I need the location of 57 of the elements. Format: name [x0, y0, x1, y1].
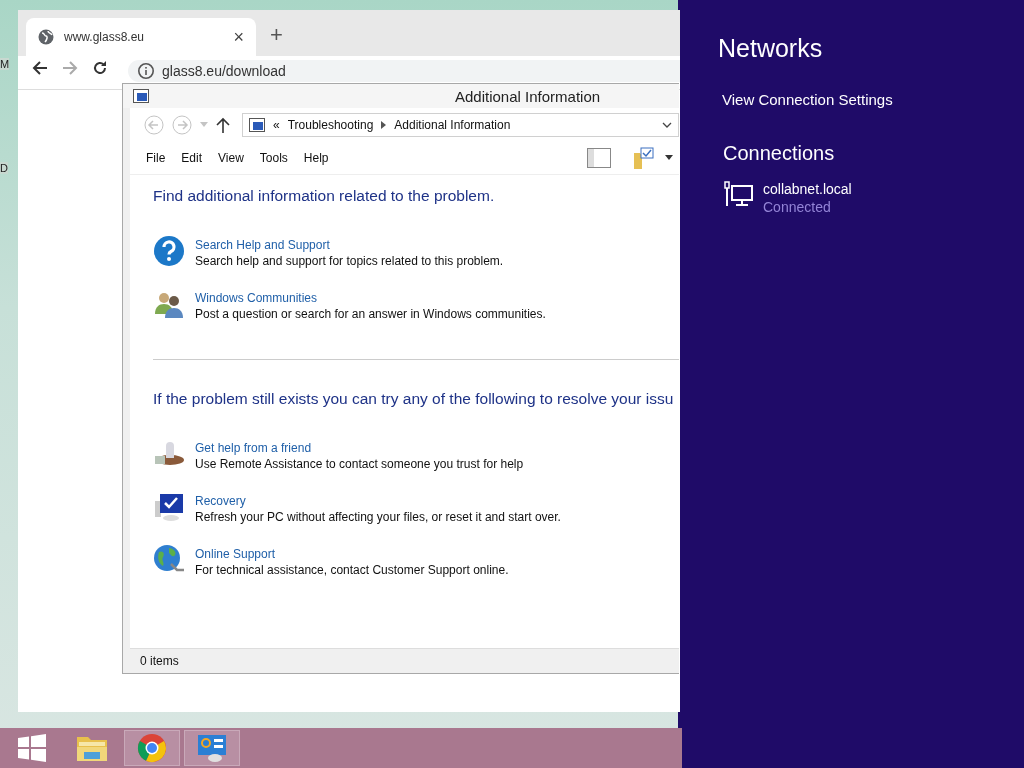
new-tab-button[interactable]: + — [270, 22, 283, 48]
folder-check-icon[interactable] — [633, 147, 655, 169]
section-heading: Find additional information related to the problem. — [153, 187, 496, 205]
reload-icon[interactable] — [92, 60, 108, 76]
task-description: Refresh your PC without affecting your files, or reset it and start over. — [195, 510, 561, 524]
item-count: 0 items — [140, 654, 179, 668]
tab-title: www.glass8.eu — [64, 30, 146, 44]
address-bar[interactable]: glass8.eu/download — [128, 60, 680, 82]
globe-icon — [38, 29, 54, 45]
dropdown-caret-icon[interactable] — [665, 155, 673, 161]
help-icon — [153, 235, 185, 267]
desktop-icon-label[interactable]: D — [0, 162, 8, 174]
network-name[interactable]: collabnet.local — [763, 181, 852, 197]
monitor-check-icon — [153, 491, 185, 523]
task-link[interactable]: Online Support — [195, 547, 509, 561]
taskbar-button[interactable] — [184, 730, 240, 766]
up-arrow-icon[interactable] — [216, 117, 230, 133]
wired-network-icon[interactable] — [723, 181, 753, 209]
chevron-down-icon[interactable] — [662, 122, 672, 128]
window-title: Additional Information — [455, 87, 601, 105]
window-app-icon — [249, 118, 265, 132]
network-status: Connected — [763, 199, 832, 215]
task-link[interactable]: Windows Communities — [195, 291, 546, 305]
forward-arrow-icon[interactable] — [62, 60, 78, 76]
chevron-right-icon[interactable] — [381, 121, 387, 129]
control-panel-icon[interactable] — [196, 733, 228, 763]
back-arrow-icon[interactable] — [32, 60, 48, 76]
info-icon — [138, 63, 154, 79]
windows-logo-icon[interactable] — [18, 734, 46, 762]
menu-item[interactable]: Tools — [253, 149, 294, 167]
preview-pane-icon[interactable] — [587, 148, 611, 168]
task-description: Search help and support for topics related to this problem. — [195, 254, 504, 268]
task-description: For technical assistance, contact Customer Support online. — [195, 563, 509, 577]
menu-item[interactable]: Help — [297, 149, 335, 167]
menu-item[interactable]: Edit — [175, 149, 209, 167]
window-app-icon — [133, 89, 149, 103]
desktop-icon-label[interactable]: M — [0, 58, 10, 70]
close-icon[interactable]: × — [233, 28, 244, 46]
menu-item[interactable]: File — [140, 149, 172, 167]
breadcrumb-item[interactable]: Troubleshooting — [287, 118, 374, 132]
task-description: Use Remote Assistance to contact someone you trust for help — [195, 457, 524, 471]
browser-logo-icon[interactable] — [137, 733, 167, 763]
url-text: glass8.eu/download — [162, 63, 286, 79]
breadcrumb-overflow[interactable]: « — [273, 118, 280, 132]
menu-item[interactable]: View — [212, 149, 250, 167]
task-description: Post a question or search for an answer in Windows communities. — [195, 307, 546, 321]
section-title: Connections — [723, 142, 836, 165]
settings-link[interactable]: View Connection Settings — [722, 91, 1024, 108]
browser-tab[interactable]: www.glass8.eu × — [26, 18, 256, 56]
section-heading: If the problem still exists you can try any of the following to resolve your issu — [153, 390, 675, 408]
task-link[interactable]: Get help from a friend — [195, 441, 524, 455]
panel-title: Networks — [718, 34, 824, 63]
task-link[interactable]: Search Help and Support — [195, 238, 504, 252]
taskbar-button[interactable] — [124, 730, 180, 766]
task-link[interactable]: Recovery — [195, 494, 561, 508]
breadcrumb-item[interactable]: Additional Information — [394, 118, 511, 132]
breadcrumb-bar[interactable]: « Troubleshooting Additional Information — [242, 113, 679, 137]
